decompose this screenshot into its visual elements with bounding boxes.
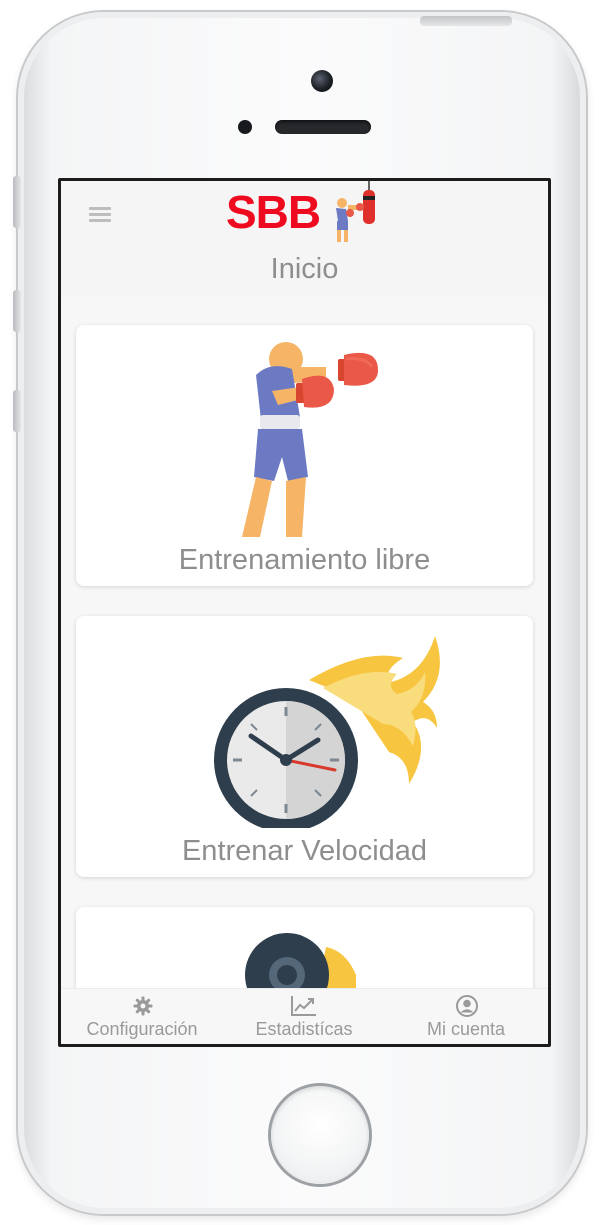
tab-label: Estadistícas bbox=[255, 1019, 353, 1039]
third-training-card[interactable] bbox=[76, 907, 533, 988]
earpiece-speaker bbox=[275, 120, 371, 134]
mute-switch bbox=[13, 176, 21, 228]
user-icon bbox=[456, 995, 478, 1017]
gear-icon bbox=[133, 996, 153, 1016]
tab-settings[interactable]: Configuración bbox=[61, 989, 223, 1044]
app-header: SBB Inicio bbox=[61, 181, 548, 297]
logo-boxer-icon bbox=[336, 181, 375, 242]
logo-text: SBB bbox=[226, 186, 321, 238]
tab-account[interactable]: Mi cuenta bbox=[385, 989, 547, 1044]
card-label: Entrenar Velocidad bbox=[181, 835, 428, 867]
volume-up-button bbox=[13, 290, 21, 332]
volume-down-button bbox=[13, 390, 21, 432]
tab-label: Mi cuenta bbox=[426, 1019, 506, 1039]
home-button[interactable] bbox=[271, 1086, 369, 1184]
speed-training-card[interactable]: Entrenar Velocidad bbox=[76, 616, 533, 877]
training-options-list: Entrenamiento libre Entrenar Velocidad bbox=[61, 297, 548, 988]
chart-icon bbox=[291, 996, 316, 1016]
proximity-sensor bbox=[238, 120, 252, 134]
power-button bbox=[420, 16, 512, 26]
card-label: Entrenamiento libre bbox=[178, 544, 431, 576]
free-training-card[interactable]: Entrenamiento libre bbox=[76, 325, 533, 586]
app-screen: SBB Inicio Entrenamiento libre Entrenar … bbox=[61, 181, 548, 1044]
tab-label: Configuración bbox=[86, 1019, 198, 1039]
boxer-icon bbox=[242, 342, 378, 537]
screen-bezel: SBB Inicio Entrenamiento libre Entrenar … bbox=[58, 178, 551, 1047]
flaming-clock-icon bbox=[214, 636, 440, 828]
page-title: Inicio bbox=[270, 253, 339, 285]
tab-statistics[interactable]: Estadistícas bbox=[223, 989, 385, 1044]
bottom-tab-bar: Configuración Estadistícas Mi cuenta bbox=[61, 988, 548, 1044]
front-camera bbox=[311, 70, 333, 92]
device-mockup: SBB Inicio Entrenamiento libre Entrenar … bbox=[0, 0, 599, 1225]
hamburger-menu-icon[interactable] bbox=[89, 207, 111, 223]
app-logo: SBB bbox=[226, 181, 386, 243]
stopwatch-icon bbox=[245, 933, 356, 988]
